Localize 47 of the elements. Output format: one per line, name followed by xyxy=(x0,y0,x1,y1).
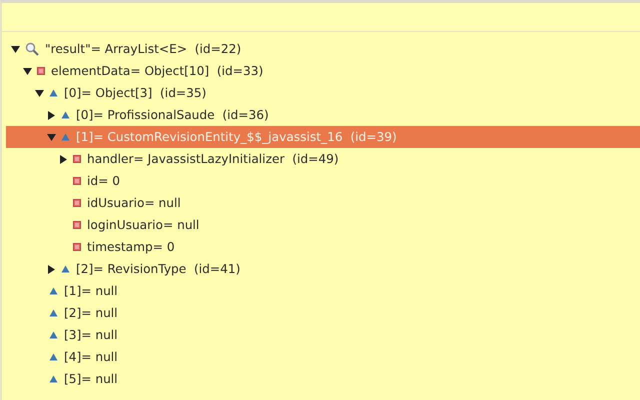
tree-item-label: [0]= ProfissionalSaude (id=36) xyxy=(76,108,269,122)
triangle-icon xyxy=(49,89,58,97)
tree-item-label: "result"= ArrayList<E> (id=22) xyxy=(45,42,242,56)
tree-row[interactable]: timestamp= 0 xyxy=(6,236,640,258)
tree-row[interactable]: handler= JavassistLazyInitializer (id=49) xyxy=(6,148,640,170)
square-icon xyxy=(37,67,45,75)
search-icon xyxy=(25,42,39,56)
tree-row[interactable]: [5]= null xyxy=(6,368,640,390)
square-icon xyxy=(73,243,81,251)
tree-item-label: idUsuario= null xyxy=(87,196,181,210)
tree-item-label: timestamp= 0 xyxy=(87,240,175,254)
square-icon xyxy=(73,221,81,229)
triangle-icon xyxy=(49,331,58,339)
triangle-icon xyxy=(61,265,70,273)
triangle-icon xyxy=(61,133,70,141)
tree-row[interactable]: [2]= null xyxy=(6,302,640,324)
tree-item-label: [2]= RevisionType (id=41) xyxy=(76,262,240,276)
tree-row[interactable]: idUsuario= null xyxy=(6,192,640,214)
tree-row[interactable]: [0]= Object[3] (id=35) xyxy=(6,82,640,104)
triangle-icon xyxy=(49,287,58,295)
triangle-icon xyxy=(49,353,58,361)
tree-row[interactable]: id= 0 xyxy=(6,170,640,192)
tree-row[interactable]: loginUsuario= null xyxy=(6,214,640,236)
square-icon xyxy=(73,177,81,185)
tree-item-label: id= 0 xyxy=(87,174,120,188)
tree-item-label: [2]= null xyxy=(64,306,118,320)
square-icon xyxy=(73,155,81,163)
tree-item-label: [1]= CustomRevisionEntity_$$_javassist_16 (id=39) xyxy=(76,130,397,144)
tree-item-label: [4]= null xyxy=(64,350,118,364)
tree-item-label: handler= JavassistLazyInitializer (id=49) xyxy=(87,152,339,166)
tree-item-label: elementData= Object[10] (id=33) xyxy=(51,64,264,78)
tree-item-label: [0]= Object[3] (id=35) xyxy=(64,86,206,100)
tree-row[interactable]: [2]= RevisionType (id=41) xyxy=(6,258,640,280)
tree-row[interactable]: [4]= null xyxy=(6,346,640,368)
triangle-icon xyxy=(49,375,58,383)
tree-row[interactable]: "result"= ArrayList<E> (id=22) xyxy=(6,38,640,60)
triangle-icon xyxy=(49,309,58,317)
tree-row[interactable]: [0]= ProfissionalSaude (id=36) xyxy=(6,104,640,126)
tree-item-label: loginUsuario= null xyxy=(87,218,200,232)
square-icon xyxy=(73,199,81,207)
tree-item-label: [3]= null xyxy=(64,328,118,342)
tree-item-label: [5]= null xyxy=(64,372,118,386)
tree-item-label: [1]= null xyxy=(64,284,118,298)
triangle-icon xyxy=(61,111,70,119)
tree-row[interactable]: [1]= null xyxy=(6,280,640,302)
tree-row[interactable]: [3]= null xyxy=(6,324,640,346)
tree-row[interactable]: elementData= Object[10] (id=33) xyxy=(6,60,640,82)
